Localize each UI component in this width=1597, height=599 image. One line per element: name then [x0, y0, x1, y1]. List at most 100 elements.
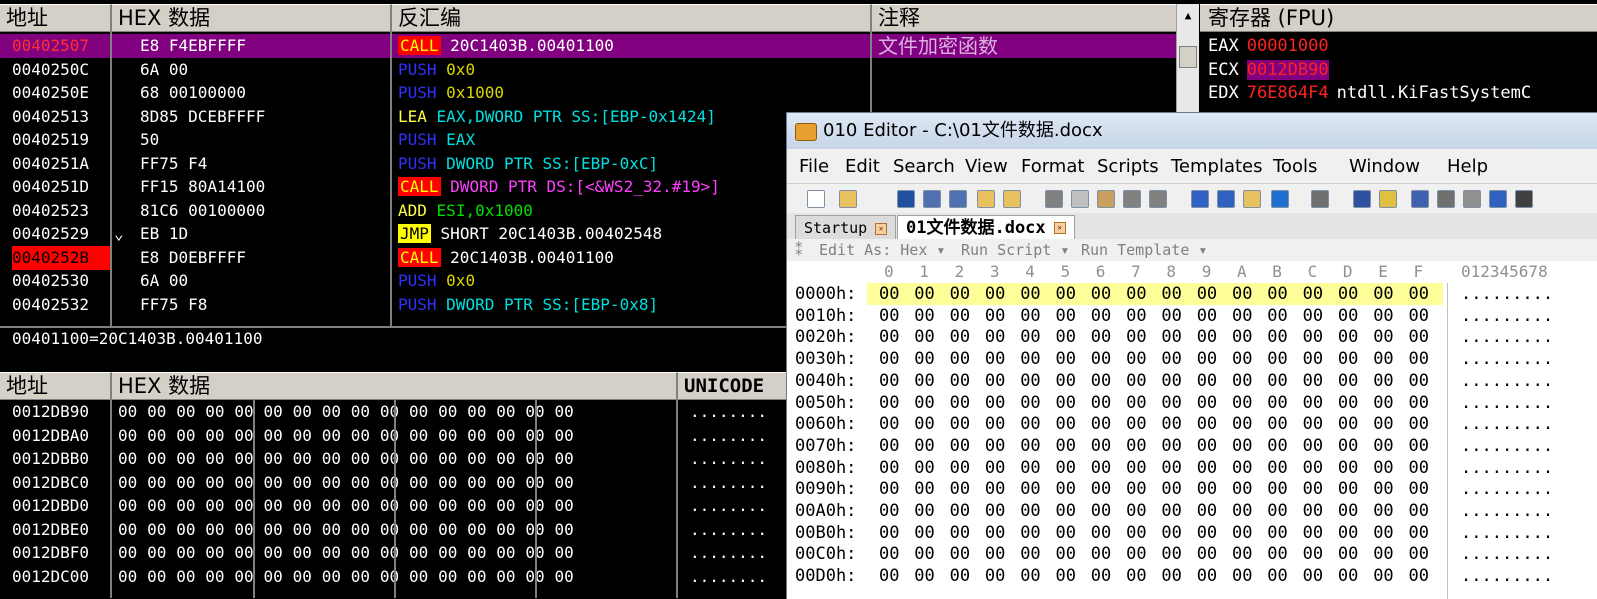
find-in-files-icon[interactable] — [1243, 190, 1261, 208]
dump-header-unicode[interactable]: UNICODE — [678, 372, 786, 400]
hex-byte[interactable]: 00 — [914, 543, 934, 565]
hex-byte[interactable]: 00 — [1161, 543, 1181, 565]
hex-byte[interactable]: 00 — [1267, 283, 1287, 305]
hex-byte[interactable]: 00 — [1409, 478, 1429, 500]
save-as-icon[interactable] — [923, 190, 941, 208]
hex-byte[interactable]: 00 — [1056, 478, 1076, 500]
menu-window[interactable]: Window — [1349, 153, 1420, 181]
hex-toggle-icon[interactable] — [1411, 190, 1429, 208]
hex-byte[interactable]: 00 — [1373, 478, 1393, 500]
hex-byte[interactable]: 00 — [1232, 457, 1252, 479]
hex-byte[interactable]: 00 — [914, 522, 934, 544]
hex-byte[interactable]: 00 — [1161, 370, 1181, 392]
hex-byte[interactable]: 00 — [879, 565, 899, 587]
hex-byte[interactable]: 00 — [879, 305, 899, 327]
hex-byte[interactable]: 00 — [950, 370, 970, 392]
hex-byte[interactable]: 00 — [1303, 326, 1323, 348]
binary-icon[interactable] — [1515, 190, 1533, 208]
ascii-cell[interactable]: ......... — [1461, 435, 1553, 457]
memory-dump-pane[interactable]: 地址 HEX 数据 UNICODE 0012DB90 00 00 00 00 00… — [0, 372, 786, 598]
hex-byte[interactable]: 00 — [1020, 500, 1040, 522]
hex-byte[interactable]: 00 — [914, 283, 934, 305]
hex-byte[interactable]: 00 — [1020, 522, 1040, 544]
hex-row[interactable]: 00C0h: 00 00 00 00 00 00 00 00 00 00 00 00 00 00 00 00..… — [787, 543, 1597, 565]
hex-byte[interactable]: 00 — [879, 413, 899, 435]
hex-byte[interactable]: 00 — [1091, 435, 1111, 457]
hex-byte[interactable]: 00 — [1091, 500, 1111, 522]
hex-row[interactable]: 0010h: 00 00 00 00 00 00 00 00 00 00 00 00 00 00 00 00..… — [787, 305, 1597, 327]
menu-scripts[interactable]: Scripts — [1097, 153, 1159, 181]
hex-byte[interactable]: 00 — [1409, 522, 1429, 544]
hex-row[interactable]: 0090h: 00 00 00 00 00 00 00 00 00 00 00 00 00 00 00 00..… — [787, 478, 1597, 500]
hex-byte[interactable]: 00 — [1409, 543, 1429, 565]
hex-byte[interactable]: 00 — [1267, 522, 1287, 544]
scroll-thumb[interactable] — [1179, 46, 1197, 68]
hex-byte[interactable]: 00 — [1056, 457, 1076, 479]
hex-byte[interactable]: 00 — [1232, 500, 1252, 522]
hex-byte[interactable]: 00 — [1056, 543, 1076, 565]
hex-byte[interactable]: 00 — [879, 457, 899, 479]
hex-byte[interactable]: 00 — [1197, 305, 1217, 327]
hex-byte[interactable]: 00 — [1373, 435, 1393, 457]
cut-icon[interactable] — [1045, 190, 1063, 208]
hex-byte[interactable]: 00 — [1091, 457, 1111, 479]
hex-row[interactable]: 0070h: 00 00 00 00 00 00 00 00 00 00 00 00 00 00 00 00..… — [787, 435, 1597, 457]
hex-byte[interactable]: 00 — [950, 348, 970, 370]
hex-byte[interactable]: 00 — [950, 522, 970, 544]
hex-byte[interactable]: 00 — [1197, 283, 1217, 305]
hex-byte[interactable]: 00 — [1267, 305, 1287, 327]
hex-byte[interactable]: 00 — [1161, 413, 1181, 435]
columns-icon[interactable] — [1437, 190, 1455, 208]
hex-byte[interactable]: 00 — [1126, 348, 1146, 370]
hex-byte[interactable]: 00 — [1161, 283, 1181, 305]
hex-byte[interactable]: 00 — [1197, 370, 1217, 392]
hex-byte[interactable]: 00 — [1409, 565, 1429, 587]
hex-byte[interactable]: 00 — [879, 522, 899, 544]
disasm-row[interactable]: 0040250C 6A 00 PUSH 0x0 — [0, 58, 1176, 82]
hex-byte[interactable]: 00 — [1338, 457, 1358, 479]
hex-byte[interactable]: 00 — [950, 565, 970, 587]
disasm-row[interactable]: 0040250E 68 00100000 PUSH 0x1000 — [0, 81, 1176, 105]
hex-byte[interactable]: 00 — [1056, 435, 1076, 457]
edit-as-dropdown[interactable]: Edit As: Hex ▾ — [819, 239, 945, 261]
hex-byte[interactable]: 00 — [950, 413, 970, 435]
hex-bytes[interactable]: 00 00 00 00 00 00 00 00 00 00 00 00 00 00 00 00 — [867, 457, 1443, 479]
hex-bytes[interactable]: 00 00 00 00 00 00 00 00 00 00 00 00 00 00 00 00 — [867, 392, 1443, 414]
goto-icon[interactable] — [1271, 190, 1289, 208]
hex-byte[interactable]: 00 — [1409, 435, 1429, 457]
hex-bytes[interactable]: 00 00 00 00 00 00 00 00 00 00 00 00 00 00 00 00 — [867, 500, 1443, 522]
hex-byte[interactable]: 00 — [1267, 543, 1287, 565]
hex-byte[interactable]: 00 — [1303, 565, 1323, 587]
hex-byte[interactable]: 00 — [1373, 522, 1393, 544]
hex-byte[interactable]: 00 — [1056, 500, 1076, 522]
tab-document[interactable]: 01文件数据.docx ✕ — [897, 215, 1075, 239]
hex-byte[interactable]: 00 — [1303, 543, 1323, 565]
hex-byte[interactable]: 00 — [1161, 522, 1181, 544]
hex-row[interactable]: 0050h: 00 00 00 00 00 00 00 00 00 00 00 00 00 00 00 00..… — [787, 392, 1597, 414]
hex-byte[interactable]: 00 — [1303, 478, 1323, 500]
hex-byte[interactable]: 00 — [1338, 543, 1358, 565]
hex-byte[interactable]: 00 — [1091, 478, 1111, 500]
menu-help[interactable]: Help — [1447, 153, 1488, 181]
hex-bytes[interactable]: 00 00 00 00 00 00 00 00 00 00 00 00 00 00 00 00 — [867, 565, 1443, 587]
hex-byte[interactable]: 00 — [1338, 392, 1358, 414]
hex-byte[interactable]: 00 — [985, 348, 1005, 370]
hex-byte[interactable]: 00 — [1197, 435, 1217, 457]
hex-byte[interactable]: 00 — [1267, 370, 1287, 392]
hex-byte[interactable]: 00 — [1161, 565, 1181, 587]
hex-byte[interactable]: 00 — [879, 435, 899, 457]
hex-byte[interactable]: 00 — [1267, 457, 1287, 479]
ascii-cell[interactable]: ......... — [1461, 413, 1553, 435]
hex-byte[interactable]: 00 — [985, 500, 1005, 522]
hex-byte[interactable]: 00 — [1091, 565, 1111, 587]
hex-byte[interactable]: 00 — [914, 565, 934, 587]
hex-byte[interactable]: 00 — [1161, 348, 1181, 370]
hex-byte[interactable]: 00 — [1373, 413, 1393, 435]
hex-byte[interactable]: 00 — [1267, 413, 1287, 435]
hex-byte[interactable]: 00 — [1126, 543, 1146, 565]
redo-icon[interactable] — [1149, 190, 1167, 208]
hex-byte[interactable]: 00 — [1267, 348, 1287, 370]
hex-byte[interactable]: 00 — [1303, 413, 1323, 435]
menu-view[interactable]: View — [965, 153, 1008, 181]
hex-byte[interactable]: 00 — [1020, 326, 1040, 348]
